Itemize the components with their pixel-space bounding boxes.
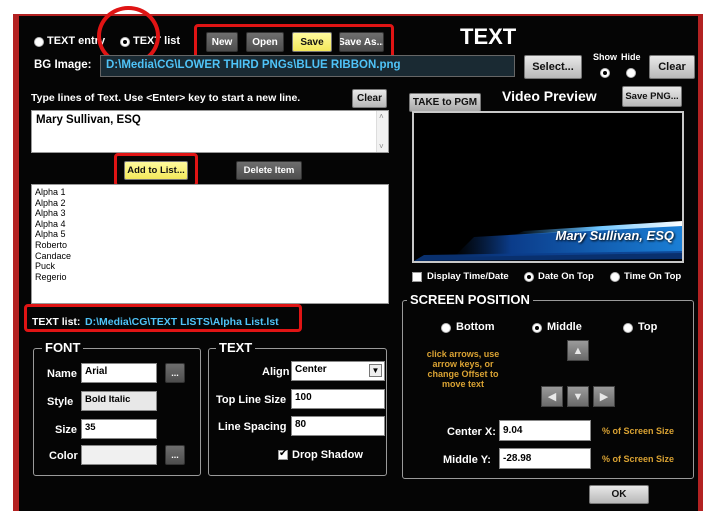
font-size-input[interactable]: 35 <box>81 419 157 439</box>
save-button[interactable]: Save <box>292 32 332 52</box>
save-png-button[interactable]: Save PNG... <box>622 86 682 107</box>
time-on-top-label: Time On Top <box>624 271 682 282</box>
chevron-down-icon: ▼ <box>369 364 382 377</box>
text-list-radio-label: TEXT list <box>133 35 181 47</box>
display-time-label: Display Time/Date <box>427 271 509 282</box>
list-item[interactable]: Alpha 2 <box>32 198 388 209</box>
position-middle-label: Middle <box>547 321 582 333</box>
position-bottom-radio[interactable] <box>441 323 451 333</box>
middle-y-unit: % of Screen Size <box>602 454 675 464</box>
show-label: Show <box>593 52 617 62</box>
move-up-arrow[interactable]: ▲ <box>567 340 589 361</box>
position-top-label: Top <box>638 321 658 333</box>
font-style-label: Style <box>47 396 74 408</box>
middle-y-label: Middle Y: <box>443 454 491 466</box>
text-list-items: Alpha 1 Alpha 2 Alpha 3 Alpha 4 Alpha 5 Rober… <box>32 187 388 282</box>
font-name-label: Name <box>47 368 77 380</box>
align-select-value: Center <box>295 364 327 375</box>
text-dialog-window: TEXT entry TEXT list New Open Save Save … <box>13 6 703 511</box>
move-text-hint: click arrows, use arrow keys, or change … <box>426 349 500 389</box>
hide-radio[interactable] <box>626 68 636 78</box>
text-entry-scrollbar[interactable]: ˄ ˅ <box>376 111 388 152</box>
text-clear-button[interactable]: Clear <box>352 89 387 108</box>
position-bottom-label: Bottom <box>456 321 495 333</box>
list-item[interactable]: Puck <box>32 261 388 272</box>
line-spacing-label: Line Spacing <box>218 421 287 433</box>
date-on-top-label: Date On Top <box>538 271 594 282</box>
ok-button[interactable]: OK <box>589 485 649 504</box>
video-preview-canvas: Mary Sullivan, ESQ <box>412 111 684 263</box>
take-to-pgm-button[interactable]: TAKE to PGM <box>409 93 481 112</box>
save-as-button[interactable]: Save As... <box>339 32 384 52</box>
text-entry-radio-label: TEXT entry <box>47 35 106 47</box>
bg-image-path-text: D:\Media\CG\LOWER THIRD PNGs\BLUE RIBBON… <box>106 59 401 71</box>
lower-third-text: Mary Sullivan, ESQ <box>555 228 675 243</box>
font-color-label: Color <box>49 450 78 462</box>
font-style-input[interactable]: Bold Italic <box>81 391 157 411</box>
align-select[interactable]: Center ▼ <box>291 361 385 381</box>
scroll-down-icon: ˅ <box>379 142 384 151</box>
font-group-title: FONT <box>42 340 84 355</box>
move-right-arrow[interactable]: ▶ <box>593 386 615 407</box>
center-x-unit: % of Screen Size <box>602 426 675 436</box>
arrow-right-icon: ▶ <box>599 391 609 403</box>
new-button[interactable]: New <box>206 32 238 52</box>
text-list-file-label: TEXT list: <box>32 316 81 328</box>
list-item[interactable]: Alpha 5 <box>32 229 388 240</box>
time-on-top-radio[interactable] <box>610 272 620 282</box>
hide-label: Hide <box>621 52 641 62</box>
date-on-top-radio[interactable] <box>524 272 534 282</box>
text-entry-value: Mary Sullivan, ESQ <box>36 114 141 126</box>
position-middle-radio[interactable] <box>532 323 542 333</box>
list-item[interactable]: Regerio <box>32 272 388 283</box>
list-item[interactable]: Alpha 3 <box>32 208 388 219</box>
list-item[interactable]: Candace <box>32 251 388 262</box>
font-browse-button[interactable]: ... <box>165 363 185 383</box>
position-top-radio[interactable] <box>623 323 633 333</box>
text-settings-title: TEXT <box>216 340 256 355</box>
center-x-label: Center X: <box>447 426 496 438</box>
show-radio[interactable] <box>600 68 610 78</box>
scroll-up-icon: ˄ <box>379 112 384 121</box>
text-list-file-path: D:\Media\CG\TEXT LISTS\Alpha List.lst <box>85 316 279 328</box>
screen-position-title: SCREEN POSITION <box>407 292 533 307</box>
arrow-down-icon: ▼ <box>572 390 584 403</box>
font-name-input[interactable]: Arial <box>81 363 157 383</box>
add-to-list-button[interactable]: Add to List... <box>124 161 188 180</box>
top-line-size-input[interactable]: 100 <box>291 389 385 409</box>
text-entry-radio[interactable] <box>34 37 44 47</box>
move-left-arrow[interactable]: ◀ <box>541 386 563 407</box>
bg-image-label: BG Image: <box>34 59 92 71</box>
delete-item-button[interactable]: Delete Item <box>236 161 302 180</box>
bg-select-button[interactable]: Select... <box>524 55 582 79</box>
top-line-size-label: Top Line Size <box>216 394 287 406</box>
drop-shadow-label: Drop Shadow <box>292 449 363 461</box>
open-button[interactable]: Open <box>246 32 284 52</box>
text-entry-area[interactable]: Mary Sullivan, ESQ ˄ ˅ <box>31 110 389 153</box>
center-x-input[interactable]: 9.04 <box>499 420 591 441</box>
font-color-input[interactable] <box>81 445 157 465</box>
video-preview-title: Video Preview <box>502 88 597 104</box>
display-time-checkbox[interactable] <box>412 272 422 282</box>
list-item[interactable]: Roberto <box>32 240 388 251</box>
middle-y-input[interactable]: -28.98 <box>499 448 591 469</box>
drop-shadow-checkbox[interactable] <box>278 448 288 460</box>
arrow-up-icon: ▲ <box>572 344 584 357</box>
arrow-left-icon: ◀ <box>547 391 557 403</box>
bg-image-path[interactable]: D:\Media\CG\LOWER THIRD PNGs\BLUE RIBBON… <box>100 55 515 77</box>
bg-clear-button[interactable]: Clear <box>649 55 695 79</box>
text-heading: TEXT <box>460 24 517 49</box>
line-spacing-input[interactable]: 80 <box>291 416 385 436</box>
text-list-box[interactable]: Alpha 1 Alpha 2 Alpha 3 Alpha 4 Alpha 5 Rober… <box>31 184 389 304</box>
list-item[interactable]: Alpha 1 <box>32 187 388 198</box>
color-browse-button[interactable]: ... <box>165 445 185 465</box>
font-size-label: Size <box>55 424 78 436</box>
align-label: Align <box>262 366 290 378</box>
text-instruction: Type lines of Text. Use <Enter> key to s… <box>31 92 301 104</box>
move-down-arrow[interactable]: ▼ <box>567 386 589 407</box>
text-list-radio[interactable] <box>120 37 130 47</box>
list-item[interactable]: Alpha 4 <box>32 219 388 230</box>
